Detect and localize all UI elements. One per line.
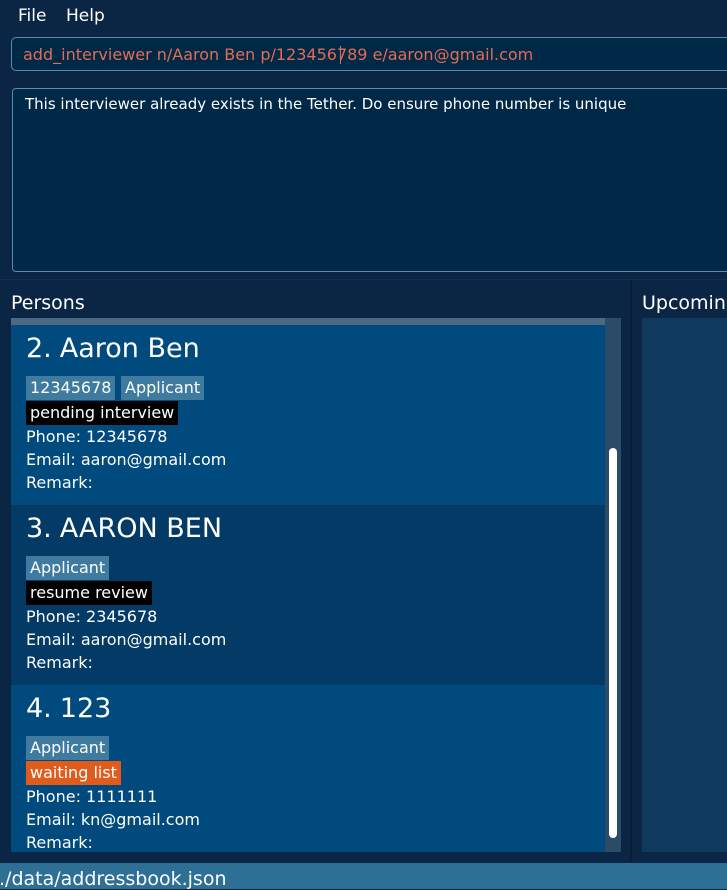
- person-list[interactable]: 2. Aaron Ben 12345678 Applicant pending i…: [11, 318, 621, 852]
- person-index: 4.: [26, 693, 52, 724]
- upcoming-panel-title: Upcomin: [642, 292, 726, 314]
- menu-file[interactable]: File: [18, 6, 46, 26]
- result-display[interactable]: This interviewer already exists in the T…: [12, 88, 727, 272]
- person-phone: Phone: 1111111: [26, 787, 158, 806]
- command-input[interactable]: add_interviewer n/Aaron Ben p/123456789 …: [11, 37, 727, 71]
- person-email: Email: aaron@gmail.com: [26, 450, 227, 469]
- person-phone: Phone: 12345678: [26, 427, 168, 446]
- menu-help[interactable]: Help: [66, 6, 105, 26]
- person-remark: Remark:: [26, 653, 93, 672]
- person-email: Email: kn@gmail.com: [26, 810, 200, 829]
- person-name: AARON BEN: [59, 513, 223, 544]
- person-name: Aaron Ben: [59, 333, 200, 364]
- menu-bar: File Help: [0, 0, 727, 32]
- person-remark: Remark:: [26, 473, 93, 492]
- person-card-header: 3. AARON BEN: [26, 513, 222, 544]
- person-card-header: 4. 123: [26, 693, 111, 724]
- text-caret: [340, 46, 341, 64]
- person-tag: Applicant: [26, 736, 110, 760]
- person-card[interactable]: 3. AARON BEN Applicant resume review Phon…: [11, 505, 605, 685]
- person-tag: Applicant: [121, 376, 205, 400]
- person-name: 123: [59, 693, 112, 724]
- upcoming-panel: [642, 318, 727, 852]
- person-card[interactable]: 4. 123 Applicant waiting list Phone: 1111…: [11, 685, 605, 852]
- person-card-header: 2. Aaron Ben: [26, 333, 200, 364]
- persons-panel-title: Persons: [11, 292, 85, 314]
- status-bar: ./data/addressbook.json: [0, 863, 727, 890]
- person-email: Email: aaron@gmail.com: [26, 630, 227, 649]
- status-badge: resume review: [26, 581, 152, 605]
- person-card[interactable]: 2. Aaron Ben 12345678 Applicant pending i…: [11, 325, 605, 505]
- list-scroll-edge: [11, 318, 605, 325]
- status-bar-path: ./data/addressbook.json: [0, 868, 227, 890]
- status-badge: pending interview: [26, 401, 179, 425]
- status-badge: waiting list: [26, 761, 121, 785]
- scrollbar-thumb[interactable]: [609, 448, 617, 838]
- divider: [0, 279, 727, 280]
- person-phone: Phone: 2345678: [26, 607, 158, 626]
- person-tag: 12345678: [26, 376, 116, 400]
- split-pane-divider[interactable]: [630, 280, 632, 862]
- person-remark: Remark:: [26, 833, 93, 852]
- person-index: 3.: [26, 513, 52, 544]
- command-input-text[interactable]: add_interviewer n/Aaron Ben p/123456789 …: [23, 45, 533, 64]
- result-message: This interviewer already exists in the T…: [25, 95, 627, 113]
- person-tag: Applicant: [26, 556, 110, 580]
- person-index: 2.: [26, 333, 52, 364]
